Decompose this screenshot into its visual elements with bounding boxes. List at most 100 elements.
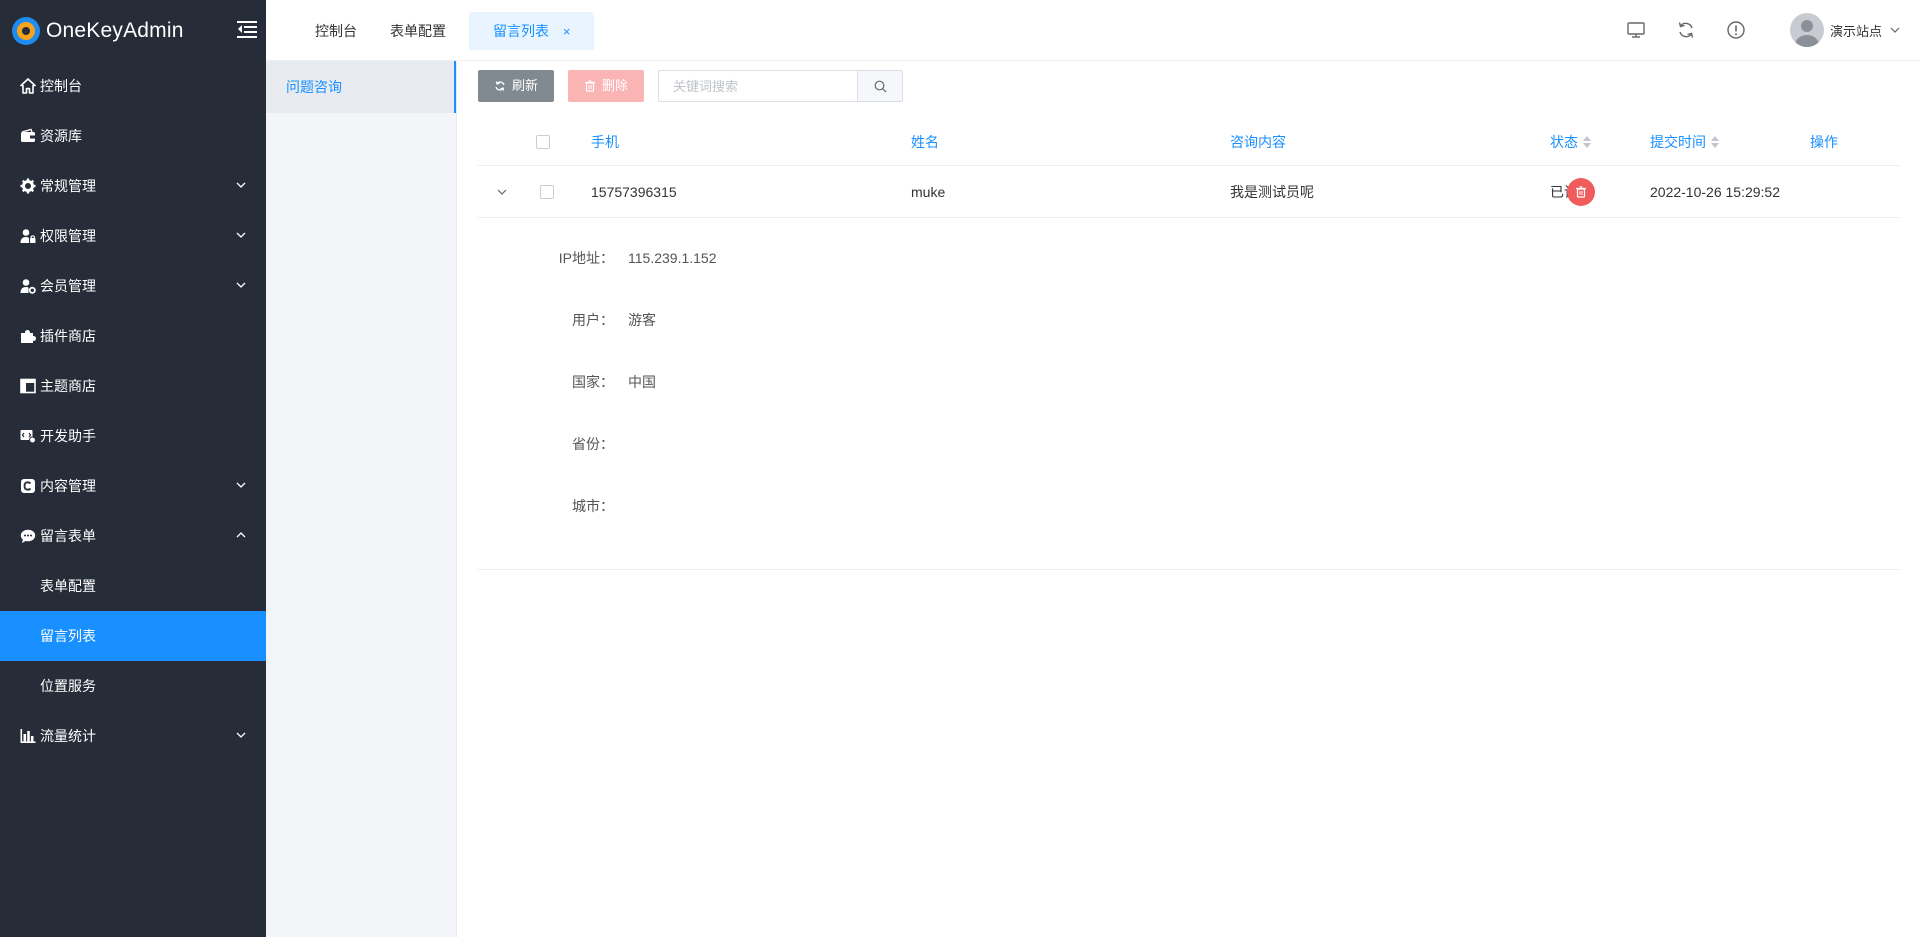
app-name: OneKeyAdmin [46, 18, 184, 42]
sidebar: OneKeyAdmin 控制台 资源库 常规管理 权限管理 会员管理 插件商店 [0, 0, 266, 937]
sidebar-item-resources[interactable]: 资源库 [0, 111, 266, 161]
search-input[interactable] [658, 70, 859, 102]
tab-label: 表单配置 [390, 23, 446, 39]
sidebar-item-general-management[interactable]: 常规管理 [0, 161, 266, 211]
row-delete-button[interactable] [1567, 178, 1595, 206]
comment-icon [20, 528, 36, 544]
monitor-icon[interactable] [1626, 20, 1646, 40]
table-header: 手机 姓名 咨询内容 状态 提交时间 操作 [478, 118, 1900, 166]
tab-label: 留言列表 [493, 23, 549, 39]
menu-collapse-icon[interactable] [237, 20, 257, 38]
onekeyadmin-logo-icon [12, 16, 40, 45]
delete-button[interactable]: 删除 [568, 70, 645, 102]
sidebar-item-label: 权限管理 [40, 228, 96, 244]
info-icon[interactable] [1726, 20, 1746, 40]
sidebar-item-permission-management[interactable]: 权限管理 [0, 211, 266, 261]
row-details: IP地址： 115.239.1.152 用户： 游客 国家： 中国 省份： 城市… [478, 218, 1900, 570]
tab-label: 控制台 [315, 23, 357, 39]
sidebar-item-label: 会员管理 [40, 278, 96, 294]
sidebar-item-label: 资源库 [40, 128, 82, 144]
cell-name: muke [911, 184, 946, 200]
detail-value: 游客 [628, 312, 656, 328]
layout-icon [20, 378, 36, 394]
gear-icon [20, 178, 36, 194]
trash-icon [585, 80, 596, 92]
sidebar-item-label: 开发助手 [40, 428, 96, 444]
search-button[interactable] [858, 70, 904, 102]
trash-icon [1576, 186, 1586, 198]
detail-label: IP地址： [558, 250, 614, 266]
delete-label: 删除 [602, 78, 629, 93]
user-name: 演示站点 [1829, 23, 1882, 39]
chevron-up-icon [236, 532, 246, 538]
detail-value: 中国 [628, 374, 656, 390]
main-content: 刷新 删除 手机 姓名 咨询内容 状态 提交时间 操作 [457, 61, 1920, 937]
select-all-checkbox[interactable] [536, 135, 550, 149]
sidebar-item-label: 留言表单 [40, 528, 96, 544]
column-header-time[interactable]: 提交时间 [1650, 118, 1720, 166]
chevron-down-icon [236, 182, 246, 188]
sidebar-item-label: 位置服务 [40, 678, 96, 694]
column-header-action: 操作 [1810, 134, 1838, 150]
sidebar-item-content-management[interactable]: 内容管理 [0, 461, 266, 511]
user-lock-icon [20, 228, 36, 244]
close-icon[interactable]: × [563, 24, 571, 39]
sidebar-item-label: 控制台 [40, 78, 82, 94]
column-header-label: 状态 [1550, 134, 1578, 150]
message-table: 手机 姓名 咨询内容 状态 提交时间 操作 15757396315 muke 我… [478, 118, 1900, 570]
sidebar-item-label: 流量统计 [40, 728, 96, 744]
refresh-button[interactable]: 刷新 [478, 70, 555, 102]
home-icon [20, 78, 36, 94]
sidebar-item-plugin-store[interactable]: 插件商店 [0, 311, 266, 361]
refresh-label: 刷新 [512, 78, 539, 93]
bar-chart-icon [20, 728, 36, 744]
sidebar-item-message-form[interactable]: 留言表单 [0, 511, 266, 561]
user-menu[interactable]: 演示站点 [1789, 12, 1900, 48]
detail-label: 用户： [572, 312, 614, 328]
tab-dashboard[interactable]: 控制台 [315, 12, 357, 50]
chevron-down-icon[interactable] [496, 186, 508, 198]
search-icon [874, 80, 886, 92]
sidebar-item-location-service[interactable]: 位置服务 [0, 661, 266, 711]
sidebar-item-member-management[interactable]: 会员管理 [0, 261, 266, 311]
sidebar-item-message-list[interactable]: 留言列表 [0, 611, 266, 661]
copyright-icon [20, 478, 36, 494]
wallet-icon [20, 128, 36, 144]
panel-item-inquiry[interactable]: 问题咨询 [266, 61, 456, 113]
sidebar-item-label: 留言列表 [40, 628, 96, 644]
brand: OneKeyAdmin [0, 0, 266, 61]
sidebar-item-dashboard[interactable]: 控制台 [0, 61, 266, 111]
search-group [658, 70, 904, 102]
sidebar-item-form-config[interactable]: 表单配置 [0, 561, 266, 611]
row-checkbox[interactable] [540, 185, 554, 199]
detail-label: 国家： [572, 374, 614, 390]
sidebar-item-label: 主题商店 [40, 378, 96, 394]
dev-icon [20, 428, 36, 444]
chevron-down-icon [1890, 27, 1900, 33]
sidebar-item-theme-store[interactable]: 主题商店 [0, 361, 266, 411]
sort-icon[interactable] [1583, 135, 1592, 149]
sidebar-item-label: 插件商店 [40, 328, 96, 344]
detail-value: 115.239.1.152 [628, 250, 717, 266]
refresh-icon [495, 81, 505, 91]
toolbar: 刷新 删除 [478, 69, 904, 103]
column-header-label: 提交时间 [1650, 134, 1706, 150]
avatar [1789, 13, 1824, 47]
chevron-down-icon [236, 232, 246, 238]
column-header-status[interactable]: 状态 [1550, 118, 1592, 166]
sort-icon[interactable] [1711, 135, 1720, 149]
cell-content: 我是测试员呢 [1230, 184, 1314, 200]
chevron-down-icon [236, 282, 246, 288]
column-header-content: 咨询内容 [1230, 134, 1286, 150]
top-header: 控制台 表单配置 留言列表 × 演示站点 [266, 0, 1920, 61]
detail-label: 省份： [572, 436, 614, 452]
sidebar-item-traffic-stats[interactable]: 流量统计 [0, 711, 266, 761]
sidebar-item-dev-assistant[interactable]: 开发助手 [0, 411, 266, 461]
tab-message-list[interactable]: 留言列表 × [469, 12, 595, 50]
sidebar-item-label: 表单配置 [40, 578, 96, 594]
table-row: 15757396315 muke 我是测试员呢 已读 2022-10-26 15… [478, 166, 1900, 218]
cell-phone: 15757396315 [591, 184, 677, 200]
category-panel: 问题咨询 [266, 61, 457, 937]
tab-form-config[interactable]: 表单配置 [390, 12, 446, 50]
refresh-icon[interactable] [1676, 20, 1696, 40]
